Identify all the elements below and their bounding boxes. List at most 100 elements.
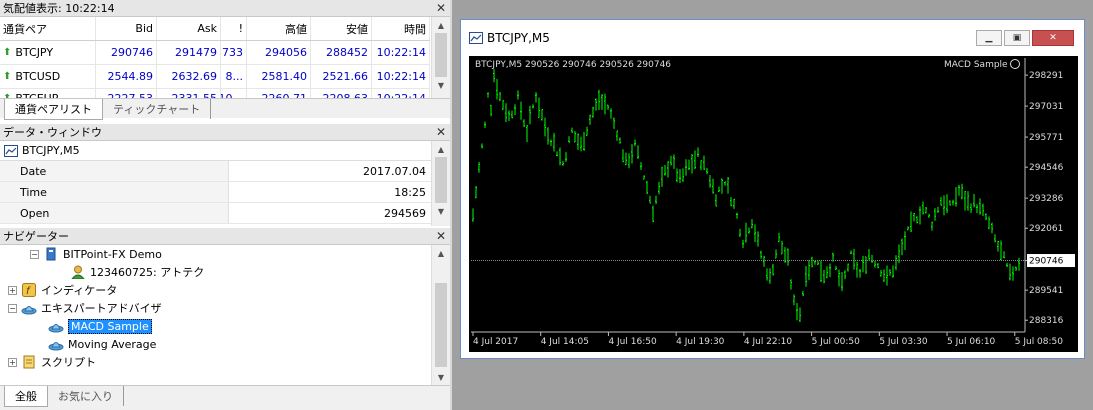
- expand-icon[interactable]: +: [8, 285, 17, 295]
- scroll-down-icon[interactable]: ▼: [432, 369, 450, 385]
- data-window-panel: データ・ウィンドウ ✕ BTCJPY,M5 Date 2017.07.04 Ti…: [0, 124, 450, 228]
- scroll-up-icon[interactable]: ▲: [432, 245, 450, 261]
- high-cell: 2581.40: [247, 65, 311, 88]
- market-watch-title-bar: 気配値表示: 10:22:14 ✕: [0, 0, 450, 17]
- ohlc-bar: [757, 231, 759, 247]
- close-icon[interactable]: ✕: [1032, 30, 1074, 46]
- chart-window-title-bar[interactable]: BTCJPY,M5 ▁ ▣ ✕: [461, 20, 1084, 56]
- scroll-thumb[interactable]: [435, 33, 447, 77]
- close-icon[interactable]: ✕: [436, 125, 446, 139]
- ohlc-bar: [922, 201, 924, 215]
- ohlc-bar: [730, 197, 732, 207]
- ohlc-bar: [706, 167, 708, 175]
- price-chart-svg: 298291 297031 295771 294546 293286 292061 2907…: [471, 58, 1075, 347]
- column-header-time[interactable]: 時間: [372, 17, 430, 40]
- data-window-scrollbar[interactable]: ▲ ▼: [431, 141, 450, 226]
- market-watch-scrollbar[interactable]: ▲ ▼: [431, 17, 450, 99]
- ohlc-bar: [640, 161, 642, 170]
- collapse-icon[interactable]: −: [8, 303, 17, 313]
- ohlc-bar: [991, 222, 993, 234]
- function-icon: f: [21, 282, 37, 298]
- price-chart[interactable]: 298291 297031 295771 294546 293286 292061 2907…: [469, 56, 1078, 352]
- scroll-thumb[interactable]: [435, 157, 447, 203]
- table-row[interactable]: ⬆ BTCUSD 2544.89 2632.69 8... 2581.40 252…: [0, 65, 430, 89]
- ohlc-bar: [787, 248, 789, 266]
- ohlc-bar: [604, 93, 606, 115]
- ohlc-bar: [538, 97, 540, 118]
- chart-window[interactable]: BTCJPY,M5 ▁ ▣ ✕ 298291 297031 295771 294546…: [460, 19, 1085, 359]
- ohlc-bar: [745, 222, 747, 243]
- tab-symbol-list[interactable]: 通貨ペアリスト: [4, 99, 103, 120]
- expert-hat-icon: [48, 336, 64, 352]
- tree-item-indicators[interactable]: + f インディケータ: [8, 281, 117, 299]
- y-tick-label: 293286: [1029, 194, 1064, 204]
- tree-label: Moving Average: [68, 337, 157, 351]
- x-tick-label: 5 Jul 06:10: [947, 337, 996, 347]
- symbol-cell: ⬆ BTCUSD: [0, 65, 96, 88]
- column-header-ask[interactable]: Ask: [157, 17, 221, 40]
- ohlc-bar: [886, 265, 888, 286]
- ohlc-bar: [595, 98, 597, 111]
- close-icon[interactable]: ✕: [436, 1, 446, 15]
- tab-favorites[interactable]: お気に入り: [48, 386, 124, 406]
- column-header-spread[interactable]: !: [221, 17, 247, 40]
- y-tick-label: 289541: [1029, 286, 1063, 296]
- price-bars: [472, 69, 1020, 323]
- navigator-scrollbar[interactable]: ▲ ▼: [431, 245, 450, 385]
- ohlc-bar: [961, 183, 963, 200]
- ohlc-bar: [862, 255, 864, 273]
- ohlc-bar: [739, 228, 741, 237]
- ohlc-bar: [592, 106, 594, 118]
- ohlc-bar: [697, 147, 699, 157]
- tree-item-account-server[interactable]: − BITPoint-FX Demo: [30, 245, 162, 263]
- close-icon[interactable]: ✕: [436, 229, 446, 243]
- ohlc-bar: [493, 69, 495, 83]
- ohlc-bar: [574, 131, 576, 143]
- table-row[interactable]: ⬆ BTCJPY 290746 291479 733 294056 288452 …: [0, 41, 430, 65]
- ohlc-bar: [754, 224, 756, 243]
- tree-item-experts[interactable]: − エキスパートアドバイザ: [8, 299, 162, 317]
- scroll-down-icon[interactable]: ▼: [432, 203, 450, 219]
- y-axis-ticks: 298291 297031 295771 294546 293286 292061 2907…: [1025, 71, 1064, 326]
- ohlc-bar: [835, 265, 837, 270]
- data-key: Date: [0, 161, 229, 181]
- expand-icon[interactable]: +: [8, 357, 17, 367]
- ohlc-bar: [571, 127, 573, 133]
- scroll-thumb[interactable]: [435, 283, 447, 367]
- column-header-low[interactable]: 安値: [311, 17, 372, 40]
- minimize-icon[interactable]: ▁: [976, 30, 1002, 46]
- chart-area: BTCJPY,M5 ▁ ▣ ✕ 298291 297031 295771 294546…: [450, 0, 1093, 410]
- ohlc-bar: [514, 104, 516, 116]
- expert-smiley-icon[interactable]: [1010, 59, 1020, 69]
- tree-item-moving-average[interactable]: Moving Average: [48, 335, 156, 353]
- navigator-panel: ナビゲーター ✕ − BITPoint-FX Demo 123460725: ア…: [0, 228, 450, 410]
- ohlc-bar: [943, 195, 945, 216]
- ohlc-bar: [793, 294, 795, 306]
- column-header-symbol[interactable]: 通貨ペア: [0, 17, 96, 40]
- tree-item-account[interactable]: 123460725: アトテク: [70, 263, 204, 281]
- scroll-down-icon[interactable]: ▼: [432, 77, 450, 93]
- scroll-up-icon[interactable]: ▲: [432, 141, 450, 157]
- ohlc-bar: [919, 206, 921, 225]
- ohlc-bar: [781, 240, 783, 255]
- navigator-tabs: 全般 お気に入り: [0, 385, 450, 410]
- current-price-label: 290746: [1029, 257, 1064, 267]
- ohlc-bar: [877, 262, 879, 269]
- ohlc-bar: [763, 255, 765, 267]
- ohlc-bar: [505, 103, 507, 123]
- maximize-icon[interactable]: ▣: [1004, 30, 1030, 46]
- ohlc-bar: [871, 254, 873, 263]
- column-header-bid[interactable]: Bid: [96, 17, 157, 40]
- ohlc-bar: [655, 195, 657, 205]
- ohlc-bar: [874, 261, 876, 268]
- tree-item-macd-sample[interactable]: MACD Sample: [48, 317, 152, 335]
- tree-item-scripts[interactable]: + スクリプト: [8, 353, 96, 371]
- collapse-icon[interactable]: −: [30, 249, 39, 259]
- scroll-up-icon[interactable]: ▲: [432, 17, 450, 33]
- tab-general[interactable]: 全般: [4, 386, 48, 407]
- column-header-high[interactable]: 高値: [247, 17, 311, 40]
- tab-tick-chart[interactable]: ティックチャート: [103, 99, 212, 119]
- ohlc-bar: [625, 152, 627, 166]
- ohlc-bar: [664, 164, 666, 176]
- ohlc-bar: [928, 213, 930, 218]
